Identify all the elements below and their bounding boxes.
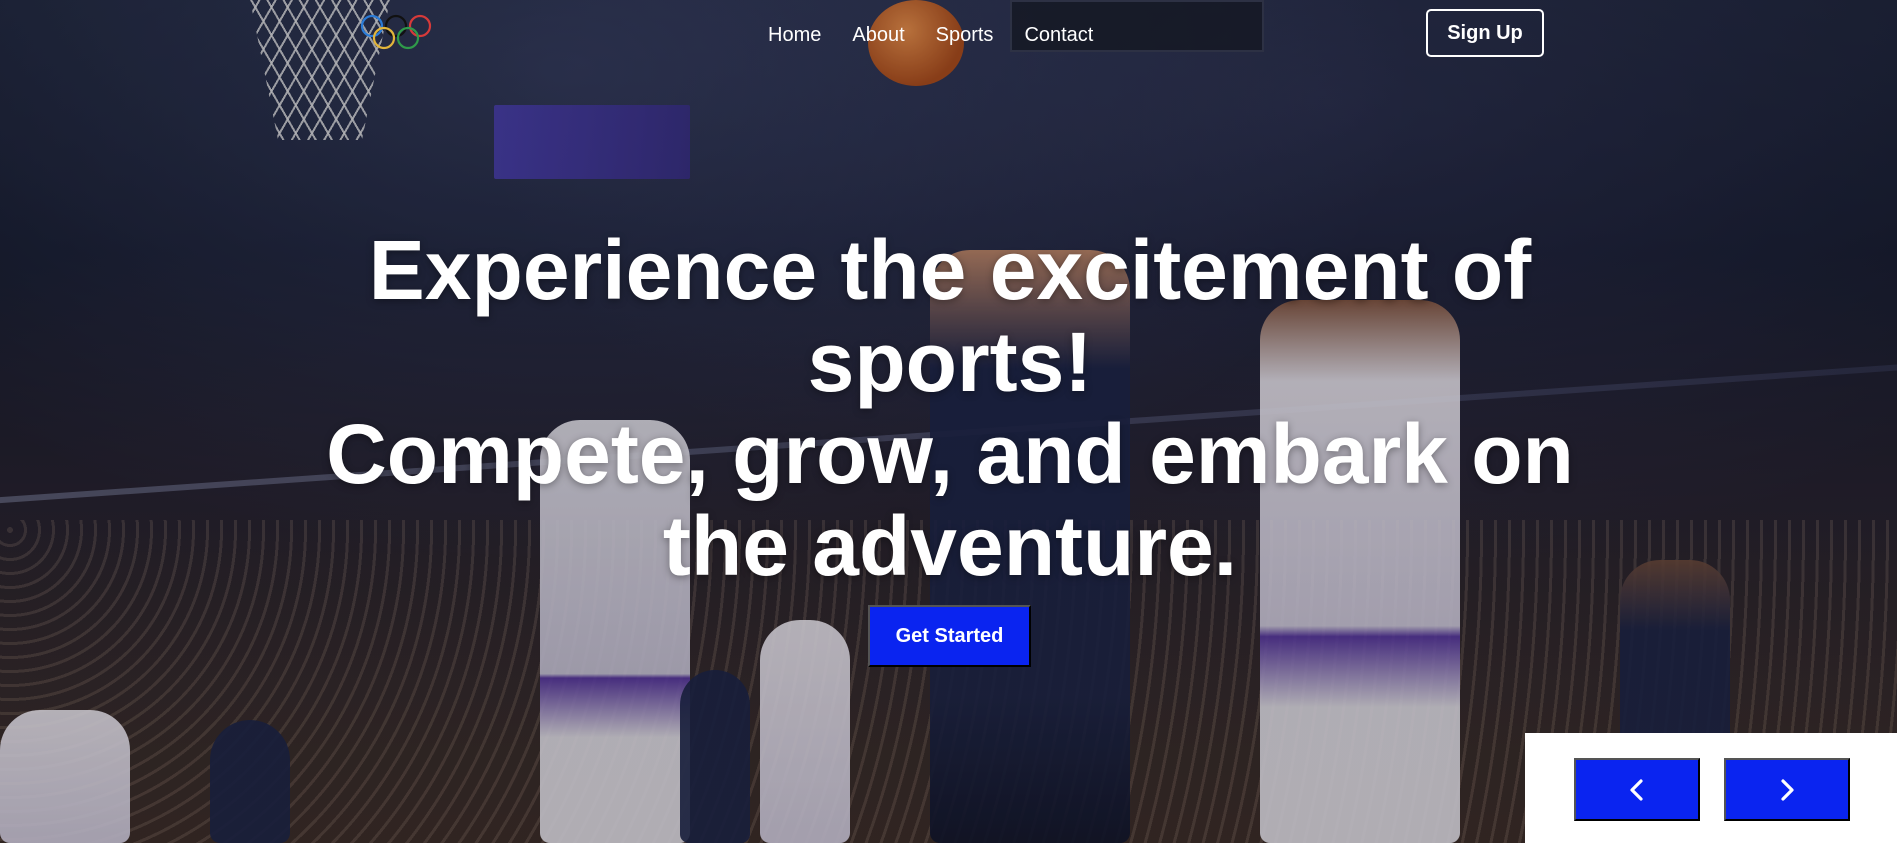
nav-home[interactable]: Home <box>768 22 821 48</box>
headline-line-1: Experience the excitement of <box>368 223 1532 318</box>
signup-button[interactable]: Sign Up <box>1426 9 1544 57</box>
hero-section: Home About Sports Contact Sign Up Experi… <box>0 0 1897 843</box>
chevron-left-icon <box>1630 778 1643 801</box>
nav-sports[interactable]: Sports <box>936 22 994 48</box>
carousel-next-button[interactable] <box>1724 758 1850 821</box>
nav-contact[interactable]: Contact <box>1024 22 1093 48</box>
carousel-prev-button[interactable] <box>1574 758 1700 821</box>
carousel-controls <box>1525 733 1897 843</box>
hero-headline: Experience the excitement of sports! Com… <box>320 224 1580 592</box>
main-nav: Home About Sports Contact <box>768 22 1093 48</box>
headline-line-4: the adventure. <box>662 499 1238 594</box>
headline-line-2: sports! <box>807 315 1093 410</box>
get-started-button[interactable]: Get Started <box>868 605 1031 667</box>
nav-about[interactable]: About <box>852 22 904 48</box>
headline-line-3: Compete, grow, and embark on <box>326 407 1574 502</box>
olympic-rings-logo[interactable] <box>360 12 436 56</box>
chevron-right-icon <box>1781 778 1794 801</box>
